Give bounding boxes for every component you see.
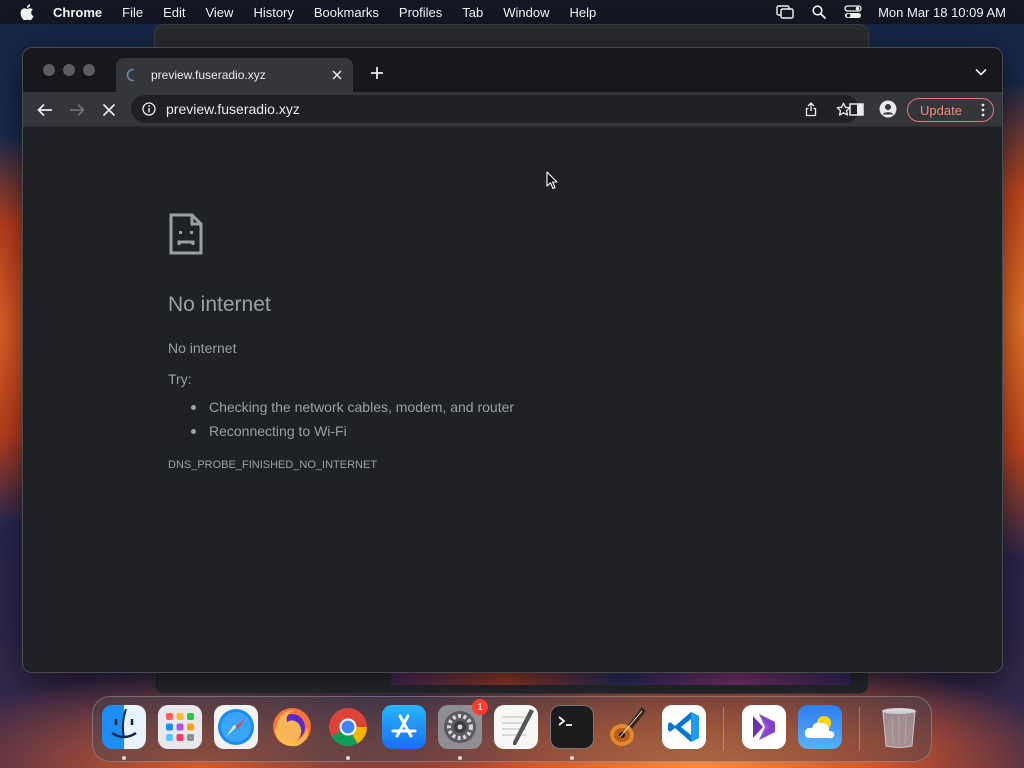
chevron-down-icon[interactable] [974, 66, 988, 78]
tab-active[interactable]: preview.fuseradio.xyz [116, 58, 353, 92]
minimize-window-button[interactable] [63, 64, 75, 76]
close-tab-icon[interactable] [330, 68, 344, 82]
suggestion-item: Reconnecting to Wi-Fi [191, 419, 514, 443]
suggestion-item: Checking the network cables, modem, and … [191, 395, 514, 419]
menu-bar-clock[interactable]: Mon Mar 18 10:09 AM [878, 5, 1006, 20]
chrome-window: preview.fuseradio.xyz preview.fuseradio.… [22, 47, 1003, 673]
running-indicator [122, 756, 126, 760]
tab-strip: preview.fuseradio.xyz [23, 48, 1002, 92]
mouse-cursor-icon [546, 171, 558, 190]
error-title: No internet [168, 293, 271, 316]
dock-separator [859, 707, 860, 751]
side-panel-icon[interactable] [846, 99, 866, 119]
stop-loading-button[interactable] [99, 100, 119, 120]
notification-badge: 1 [472, 699, 488, 715]
try-label: Try: [168, 371, 192, 387]
chrome-icon[interactable] [326, 705, 370, 749]
address-bar[interactable]: preview.fuseradio.xyz [131, 95, 859, 123]
safari-icon[interactable] [214, 705, 258, 749]
url-text[interactable]: preview.fuseradio.xyz [166, 101, 300, 117]
firefox-icon[interactable] [270, 705, 314, 749]
spotlight-search-icon[interactable] [802, 0, 836, 24]
forward-button[interactable] [67, 100, 87, 120]
menu-help[interactable]: Help [570, 5, 597, 20]
garageband-icon[interactable] [606, 705, 650, 749]
running-indicator [346, 756, 350, 760]
more-options-icon[interactable] [981, 103, 985, 117]
menu-edit[interactable]: Edit [163, 5, 185, 20]
visual-studio-icon[interactable] [742, 705, 786, 749]
menu-tab[interactable]: Tab [462, 5, 483, 20]
dock-separator [723, 707, 724, 751]
control-center-icon[interactable] [836, 0, 870, 24]
menu-profiles[interactable]: Profiles [399, 5, 442, 20]
window-controls [43, 64, 95, 76]
vscode-icon[interactable] [662, 705, 706, 749]
menu-window[interactable]: Window [503, 5, 549, 20]
menu-bar: Chrome File Edit View History Bookmarks … [0, 0, 1024, 24]
profile-avatar-icon[interactable] [878, 99, 898, 119]
weather-icon[interactable] [798, 705, 842, 749]
screen-mirroring-icon[interactable] [768, 0, 802, 24]
error-code: DNS_PROBE_FINISHED_NO_INTERNET [168, 459, 378, 471]
menu-view[interactable]: View [205, 5, 233, 20]
tab-title: preview.fuseradio.xyz [151, 68, 266, 82]
apple-menu-icon[interactable] [19, 4, 35, 20]
running-indicator [570, 756, 574, 760]
close-window-button[interactable] [43, 64, 55, 76]
update-button-label: Update [920, 102, 962, 118]
trash-icon[interactable] [877, 705, 921, 749]
menu-app-name[interactable]: Chrome [53, 5, 102, 20]
menu-history[interactable]: History [253, 5, 293, 20]
zoom-window-button[interactable] [83, 64, 95, 76]
share-icon[interactable] [795, 95, 827, 123]
system-settings-icon[interactable]: 1 [438, 699, 488, 749]
browser-toolbar: preview.fuseradio.xyz Update [23, 92, 1002, 127]
menu-file[interactable]: File [122, 5, 143, 20]
running-indicator [458, 756, 462, 760]
update-button[interactable]: Update [907, 98, 994, 122]
page-content: No internet No internet Try: Checking th… [23, 128, 1002, 672]
background-window-thumbnail [391, 671, 851, 685]
menu-bookmarks[interactable]: Bookmarks [314, 5, 379, 20]
suggestion-list: Checking the network cables, modem, and … [191, 395, 514, 443]
launchpad-icon[interactable] [158, 705, 202, 749]
textedit-icon[interactable] [494, 705, 538, 749]
app-store-icon[interactable] [382, 705, 426, 749]
site-info-icon[interactable] [141, 101, 157, 117]
back-button[interactable] [35, 100, 55, 120]
error-subtitle: No internet [168, 340, 237, 356]
sad-page-icon [168, 212, 204, 256]
terminal-icon[interactable] [550, 705, 594, 749]
dock: 1 [92, 696, 932, 762]
finder-icon[interactable] [102, 705, 146, 749]
new-tab-button[interactable] [369, 65, 385, 81]
loading-spinner-icon [126, 68, 140, 82]
